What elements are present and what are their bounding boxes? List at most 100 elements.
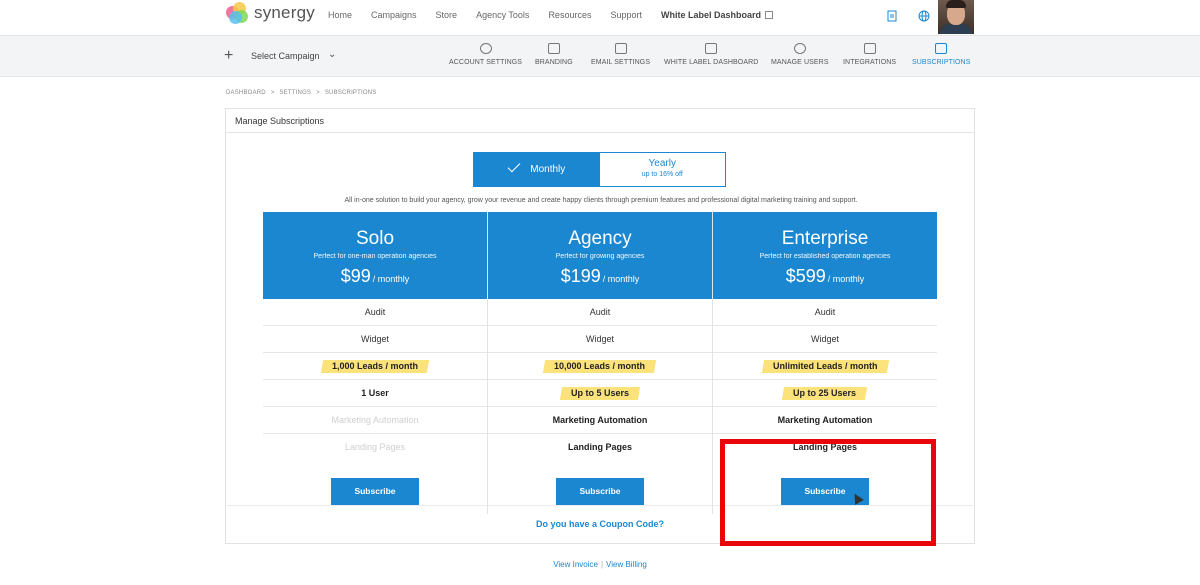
- leads-label: 10,000 Leads / month: [554, 361, 646, 371]
- feature-widget: Widget: [713, 326, 937, 353]
- chevron-down-icon[interactable]: ⌄: [328, 49, 336, 60]
- price-value: $599: [785, 266, 826, 286]
- feature-marketing-automation: Marketing Automation: [713, 407, 937, 434]
- tab-email-settings[interactable]: EMAIL SETTINGS: [591, 43, 650, 66]
- top-navbar: synergy Home Campaigns Store Agency Tool…: [0, 0, 1200, 34]
- billing-toggle: Monthly Yearly up to 16% off: [473, 152, 726, 187]
- leads-label: 1,000 Leads / month: [331, 361, 419, 371]
- user-circle-icon: [479, 43, 492, 54]
- users-label: Up to 5 Users: [570, 388, 630, 398]
- plan-description: Perfect for established operation agenci…: [759, 253, 891, 260]
- feature-users: Up to 5 Users: [488, 380, 712, 407]
- feature-leads: 1,000 Leads / month: [263, 353, 487, 380]
- plan-name: Agency: [568, 228, 632, 249]
- dashboard-icon: [705, 43, 718, 54]
- plan-description: Perfect for growing agencies: [555, 253, 645, 260]
- feature-landing-pages: Landing Pages: [567, 442, 632, 452]
- feature-widget: Widget: [263, 326, 487, 353]
- plus-icon[interactable]: +: [224, 48, 233, 64]
- plug-icon: [863, 43, 876, 54]
- feature-audit: Audit: [263, 299, 487, 326]
- feature-marketing-automation: Marketing Automation: [263, 407, 487, 434]
- view-billing-link[interactable]: View Billing: [606, 560, 647, 569]
- plan-header: Agency Perfect for growing agencies $199…: [488, 212, 712, 299]
- nav-home[interactable]: Home: [328, 10, 352, 20]
- breadcrumb-subscriptions: SUBSCRIPTIONS: [324, 90, 377, 96]
- plan-name: Enterprise: [781, 228, 869, 249]
- feature-marketing-automation: Marketing Automation: [488, 407, 712, 434]
- tab-label: MANAGE USERS: [771, 59, 829, 66]
- subscribe-solo-button[interactable]: Subscribe: [331, 478, 419, 505]
- plan-agency: Agency Perfect for growing agencies $199…: [488, 212, 712, 461]
- tagline: All in-one solution to build your agency…: [344, 197, 858, 204]
- plan-header: Enterprise Perfect for established opera…: [713, 212, 937, 299]
- tab-label: SUBSCRIPTIONS: [912, 59, 971, 66]
- check-icon: [507, 159, 521, 173]
- synergy-logo[interactable]: synergy: [226, 2, 315, 24]
- feature-audit: Audit: [713, 299, 937, 326]
- tab-label: EMAIL SETTINGS: [591, 59, 651, 66]
- feature-audit: Audit: [488, 299, 712, 326]
- settings-bar: + Select Campaign ⌄ ACCOUNT SETTINGS BRA…: [0, 35, 1200, 77]
- nav-store[interactable]: Store: [436, 10, 458, 20]
- feature-users: 1 User: [263, 380, 487, 407]
- tab-manage-users[interactable]: MANAGE USERS: [771, 43, 829, 66]
- tab-integrations[interactable]: INTEGRATIONS: [843, 43, 896, 66]
- monthly-label: Monthly: [530, 164, 566, 175]
- subscribe-agency-button[interactable]: Subscribe: [556, 478, 644, 505]
- plan-name: Solo: [355, 228, 395, 249]
- tab-account-settings[interactable]: ACCOUNT SETTINGS: [449, 43, 522, 66]
- nav-white-label-dashboard[interactable]: White Label Dashboard: [661, 10, 792, 20]
- document-icon[interactable]: [887, 10, 897, 22]
- nav-campaigns[interactable]: Campaigns: [371, 10, 417, 20]
- cart-icon: [935, 43, 948, 54]
- leads-label: Unlimited Leads / month: [772, 361, 878, 371]
- footer-links: View Invoice | View Billing: [0, 560, 1200, 569]
- view-invoice-link[interactable]: View Invoice: [553, 560, 598, 569]
- feature-widget: Widget: [488, 326, 712, 353]
- yearly-option[interactable]: Yearly up to 16% off: [600, 153, 726, 186]
- feature-leads: Unlimited Leads / month: [713, 353, 937, 380]
- tab-branding[interactable]: BRANDING: [535, 43, 573, 66]
- tab-white-label-dashboard[interactable]: WHITE LABEL DASHBOARD: [664, 43, 758, 66]
- external-link-icon: [765, 11, 774, 19]
- yearly-discount-note: up to 16% off: [641, 171, 683, 178]
- tab-label: ACCOUNT SETTINGS: [449, 59, 523, 66]
- plan-solo: Solo Perfect for one-man operation agenc…: [263, 212, 487, 461]
- plan-header: Solo Perfect for one-man operation agenc…: [263, 212, 487, 299]
- divider: |: [600, 560, 604, 569]
- panel-title: Manage Subscriptions: [226, 109, 974, 133]
- feature-leads: 10,000 Leads / month: [488, 353, 712, 380]
- plan-price: $99/ monthly: [263, 266, 487, 287]
- avatar[interactable]: [938, 0, 974, 34]
- chevron-right-icon: >: [270, 90, 275, 96]
- nav-agency-tools[interactable]: Agency Tools: [476, 10, 529, 20]
- column-divider: [487, 212, 488, 514]
- select-campaign-dropdown[interactable]: Select Campaign: [251, 51, 320, 61]
- brush-icon: [547, 43, 560, 54]
- breadcrumb-dashboard[interactable]: DASHBOARD: [226, 90, 266, 96]
- price-value: $199: [560, 266, 601, 286]
- nav-support[interactable]: Support: [610, 10, 642, 20]
- nav-resources[interactable]: Resources: [548, 10, 591, 20]
- chevron-right-icon: >: [316, 90, 320, 96]
- yearly-label: Yearly: [648, 158, 676, 169]
- plan-description: Perfect for one-man operation agencies: [313, 253, 437, 260]
- feature-landing-pages: Landing Pages: [344, 442, 406, 452]
- highlight-annotation: [720, 439, 936, 546]
- globe-icon[interactable]: [918, 10, 930, 22]
- mail-icon: [614, 43, 627, 54]
- column-divider: [712, 212, 713, 514]
- price-period: / monthly: [827, 274, 865, 284]
- plan-price: $199/ monthly: [488, 266, 712, 287]
- tab-label: INTEGRATIONS: [843, 59, 897, 66]
- plan-price: $599/ monthly: [713, 266, 937, 287]
- tab-label: WHITE LABEL DASHBOARD: [664, 59, 759, 66]
- brand-name: synergy: [254, 3, 315, 22]
- main-menu: Home Campaigns Store Agency Tools Resour…: [328, 10, 811, 20]
- feature-users: Up to 25 Users: [713, 380, 937, 407]
- breadcrumb-settings[interactable]: SETTINGS: [280, 90, 312, 96]
- monthly-option[interactable]: Monthly: [474, 153, 600, 186]
- price-value: $99: [340, 266, 371, 286]
- tab-subscriptions[interactable]: SUBSCRIPTIONS: [912, 43, 970, 66]
